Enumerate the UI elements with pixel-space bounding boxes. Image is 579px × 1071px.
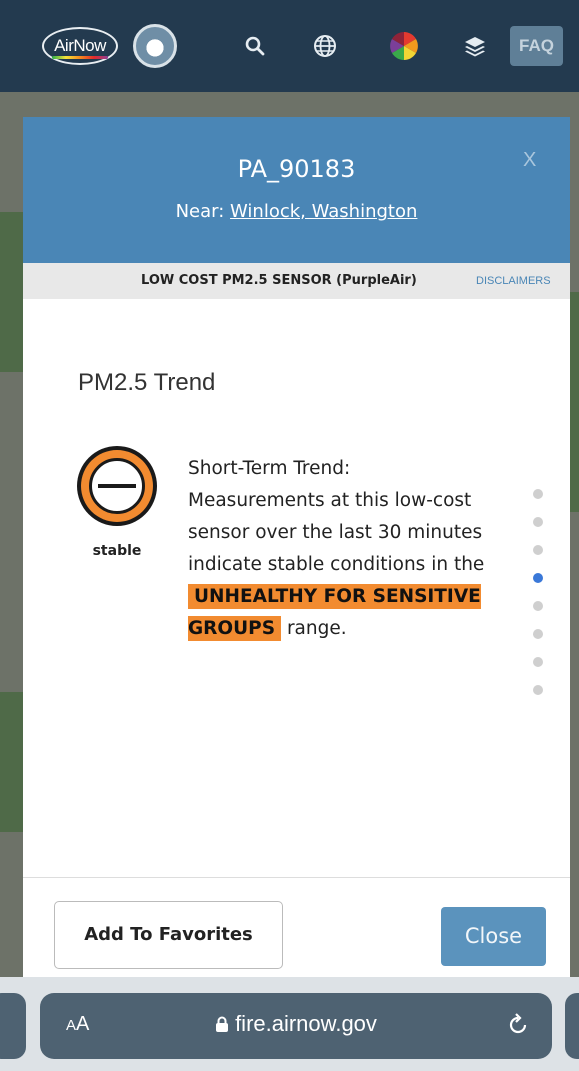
pager-dot[interactable] xyxy=(533,685,543,695)
search-icon[interactable] xyxy=(239,30,271,62)
url-display[interactable]: fire.airnow.gov xyxy=(40,1011,552,1037)
browser-toolbar: AA fire.airnow.gov xyxy=(0,977,579,1071)
trend-label: stable xyxy=(92,543,142,559)
stable-trend-icon xyxy=(77,446,157,526)
trend-body: Measurements at this low-cost sensor ove… xyxy=(188,490,485,575)
next-tab-edge[interactable] xyxy=(565,993,579,1059)
trend-title: PM2.5 Trend xyxy=(78,369,216,396)
aqi-color-stripe xyxy=(52,56,108,59)
map-region xyxy=(0,692,23,832)
near-location-link[interactable]: Winlock, Washington xyxy=(230,201,417,222)
faq-button[interactable]: FAQ xyxy=(510,26,563,66)
modal-header: PA_90183 Near: Winlock, Washington X xyxy=(23,117,570,263)
map-region xyxy=(0,212,23,372)
trend-description: Short-Term Trend: Measurements at this l… xyxy=(188,453,518,645)
pager-dot[interactable] xyxy=(533,545,543,555)
near-location: Near: Winlock, Washington xyxy=(23,201,570,222)
near-prefix: Near: xyxy=(175,201,231,222)
trend-suffix: range. xyxy=(286,618,347,639)
pager-dot[interactable] xyxy=(533,489,543,499)
layers-icon[interactable] xyxy=(459,30,491,62)
airnow-logo-text: AirNow xyxy=(54,36,106,55)
color-wheel-icon[interactable] xyxy=(388,30,420,62)
pager-dot[interactable] xyxy=(533,601,543,611)
trend-heading: Short-Term Trend: xyxy=(188,458,351,479)
pager-dot[interactable] xyxy=(533,657,543,667)
close-x-button[interactable]: X xyxy=(523,149,536,172)
airnow-logo[interactable]: AirNow xyxy=(42,27,118,65)
agency-seal-logo[interactable] xyxy=(133,24,177,68)
close-button[interactable]: Close xyxy=(441,907,546,966)
pager-dots[interactable] xyxy=(533,489,547,713)
reload-icon[interactable] xyxy=(504,1011,532,1039)
add-to-favorites-button[interactable]: Add To Favorites xyxy=(54,901,283,969)
sensor-type-label: LOW COST PM2.5 SENSOR (PurpleAir) xyxy=(141,273,417,288)
top-app-bar: AirNow FAQ xyxy=(0,0,579,92)
footer-divider xyxy=(23,877,570,878)
pager-dot[interactable] xyxy=(533,517,543,527)
map-region xyxy=(570,292,579,512)
disclaimers-link[interactable]: DISCLAIMERS xyxy=(476,275,551,287)
address-bar[interactable]: AA fire.airnow.gov xyxy=(40,993,552,1059)
sensor-detail-modal: PA_90183 Near: Winlock, Washington X LOW… xyxy=(23,117,570,997)
pager-dot[interactable] xyxy=(533,573,543,583)
url-text: fire.airnow.gov xyxy=(235,1011,377,1036)
sensor-type-bar: LOW COST PM2.5 SENSOR (PurpleAir) DISCLA… xyxy=(23,263,570,299)
lock-icon xyxy=(216,1016,229,1032)
previous-tab-edge[interactable] xyxy=(0,993,26,1059)
globe-icon[interactable] xyxy=(309,30,341,62)
pager-dot[interactable] xyxy=(533,629,543,639)
site-id-title: PA_90183 xyxy=(237,155,356,183)
